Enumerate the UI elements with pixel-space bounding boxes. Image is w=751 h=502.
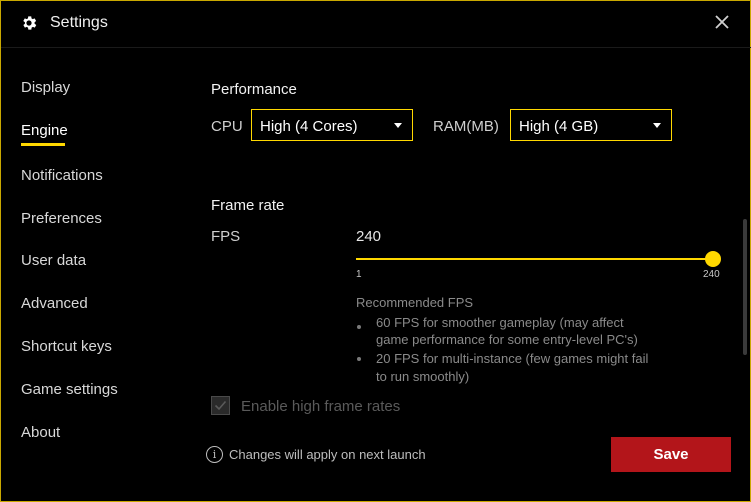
bullet [357,357,361,361]
ram-label: RAM(MB) [433,118,499,135]
chevron-down-icon [394,123,402,128]
sidebar-item-game-settings[interactable]: Game settings [21,381,118,398]
info-icon: i [206,446,223,463]
sidebar-item-about[interactable]: About [21,424,60,441]
cpu-select[interactable]: High (4 Cores) [251,109,413,141]
recommendation-2-line-2: to run smoothly) [376,369,470,384]
sidebar-item-notifications[interactable]: Notifications [21,167,103,184]
high-frame-rates-checkbox[interactable] [211,396,230,415]
slider-max-label: 240 [703,269,720,280]
settings-window: Settings Display Engine Notifications Pr… [0,0,751,502]
slider-min-label: 1 [356,269,362,280]
fps-value: 240 [356,228,382,245]
recommended-fps-title: Recommended FPS [356,295,474,310]
checkmark-icon [214,400,227,411]
recommendation-2-line-1: 20 FPS for multi-instance (few games mig… [376,351,649,366]
save-button[interactable]: Save [611,437,731,472]
close-icon[interactable] [712,12,732,32]
cpu-label: CPU [211,118,243,135]
window-title: Settings [50,14,108,31]
info-text: Changes will apply on next launch [229,447,426,462]
gear-icon [23,16,37,30]
frame-rate-heading: Frame rate [211,197,285,214]
fps-slider-thumb[interactable] [705,251,721,267]
sidebar-item-preferences[interactable]: Preferences [21,210,102,227]
ram-select[interactable]: High (4 GB) [510,109,672,141]
fps-label: FPS [211,228,241,245]
performance-heading: Performance [211,81,297,98]
sidebar-item-user-data[interactable]: User data [21,252,86,269]
high-frame-rates-label: Enable high frame rates [241,398,401,415]
active-nav-indicator [21,143,65,146]
sidebar-item-display[interactable]: Display [21,79,70,96]
scrollbar[interactable] [743,219,747,355]
title-divider [1,47,751,48]
recommendation-1-line-1: 60 FPS for smoother gameplay (may affect [376,315,624,330]
cpu-select-value: High (4 Cores) [260,118,358,135]
fps-slider-track[interactable] [356,258,712,260]
chevron-down-icon [653,123,661,128]
bullet [357,325,361,329]
recommendation-1-line-2: game performance for some entry-level PC… [376,332,638,347]
sidebar-item-advanced[interactable]: Advanced [21,295,88,312]
sidebar-item-engine[interactable]: Engine [21,122,68,139]
sidebar-item-shortcut-keys[interactable]: Shortcut keys [21,338,112,355]
title-bar: Settings [1,1,751,47]
ram-select-value: High (4 GB) [519,118,599,135]
